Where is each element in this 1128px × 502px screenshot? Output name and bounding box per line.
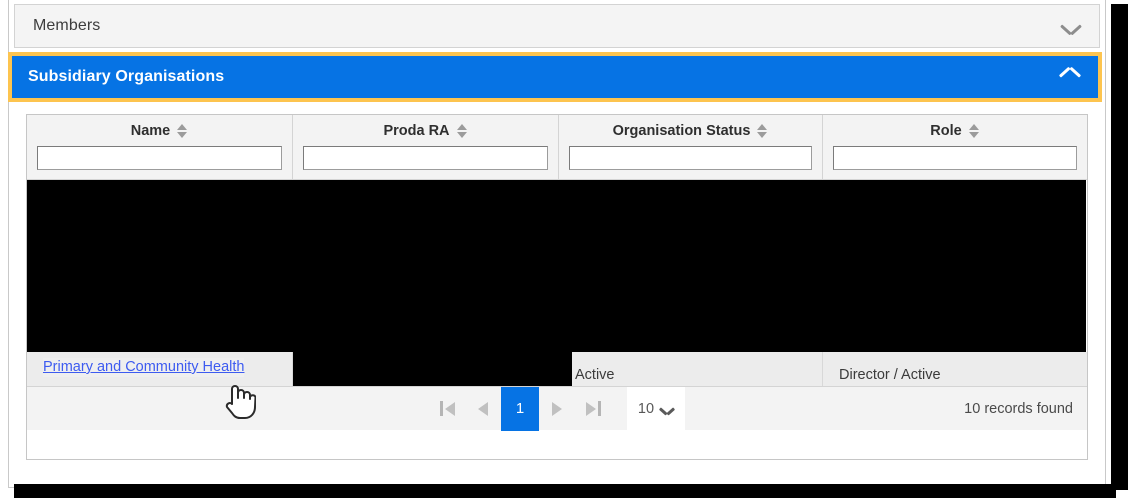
subsidiary-organisations-grid: Name Proda RA Organisation Status Role P… (26, 114, 1088, 460)
screen-root: Members Subsidiary Organisations Name Pr… (0, 0, 1128, 502)
filter-input-organisation-status[interactable] (569, 146, 812, 170)
accordion-label-members: Members (33, 17, 101, 34)
next-page-icon[interactable] (539, 392, 575, 426)
column-header-proda-ra[interactable]: Proda RA (383, 122, 467, 140)
page-edge-shadow-bottom (14, 484, 1116, 498)
filter-input-proda-ra[interactable] (303, 146, 548, 170)
grid-body: Primary and Community Health Active Dire… (27, 180, 1087, 431)
redaction-overlay (27, 180, 1086, 352)
grid-column-name: Name (27, 115, 293, 179)
column-header-role[interactable]: Role (930, 122, 979, 140)
last-page-icon[interactable] (575, 392, 611, 426)
first-page-icon[interactable] (429, 392, 465, 426)
chevron-down-icon[interactable] (1061, 20, 1081, 32)
accordion-highlight-ring: Subsidiary Organisations (8, 52, 1102, 102)
sort-arrows-icon[interactable] (177, 123, 188, 139)
grid-header-row: Name Proda RA Organisation Status Role (27, 115, 1087, 180)
accordion-header-subsidiary-organisations[interactable]: Subsidiary Organisations (12, 56, 1098, 98)
column-header-role-label: Role (930, 123, 962, 139)
records-found-label: 10 records found (964, 401, 1073, 417)
grid-pager: 1 10 10 records found (27, 386, 1087, 431)
column-header-organisation-status-label: Organisation Status (612, 123, 751, 139)
chevron-down-icon[interactable] (660, 404, 674, 413)
accordion-label-subsidiary-organisations: Subsidiary Organisations (28, 68, 225, 85)
previous-page-icon[interactable] (465, 392, 501, 426)
organisation-name-link[interactable]: Primary and Community Health (43, 358, 245, 377)
sort-arrows-icon[interactable] (757, 123, 768, 139)
column-header-organisation-status[interactable]: Organisation Status (613, 122, 769, 140)
accordion-header-members[interactable]: Members (14, 4, 1100, 48)
column-header-proda-ra-label: Proda RA (383, 123, 450, 139)
grid-column-organisation-status: Organisation Status (559, 115, 823, 179)
chevron-up-icon[interactable] (1060, 71, 1080, 83)
filter-input-role[interactable] (833, 146, 1077, 170)
page-size-value: 10 (637, 400, 655, 417)
page-edge-shadow-right (1111, 4, 1128, 490)
page-size-select[interactable]: 10 (627, 386, 685, 431)
grid-column-proda-ra: Proda RA (293, 115, 559, 179)
sort-arrows-icon[interactable] (968, 123, 980, 139)
filter-input-name[interactable] (37, 146, 282, 170)
column-header-name[interactable]: Name (131, 122, 189, 140)
page-number-1[interactable]: 1 (501, 386, 539, 431)
column-header-name-label: Name (130, 123, 171, 139)
grid-column-role: Role (823, 115, 1087, 179)
sort-arrows-icon[interactable] (456, 123, 468, 139)
